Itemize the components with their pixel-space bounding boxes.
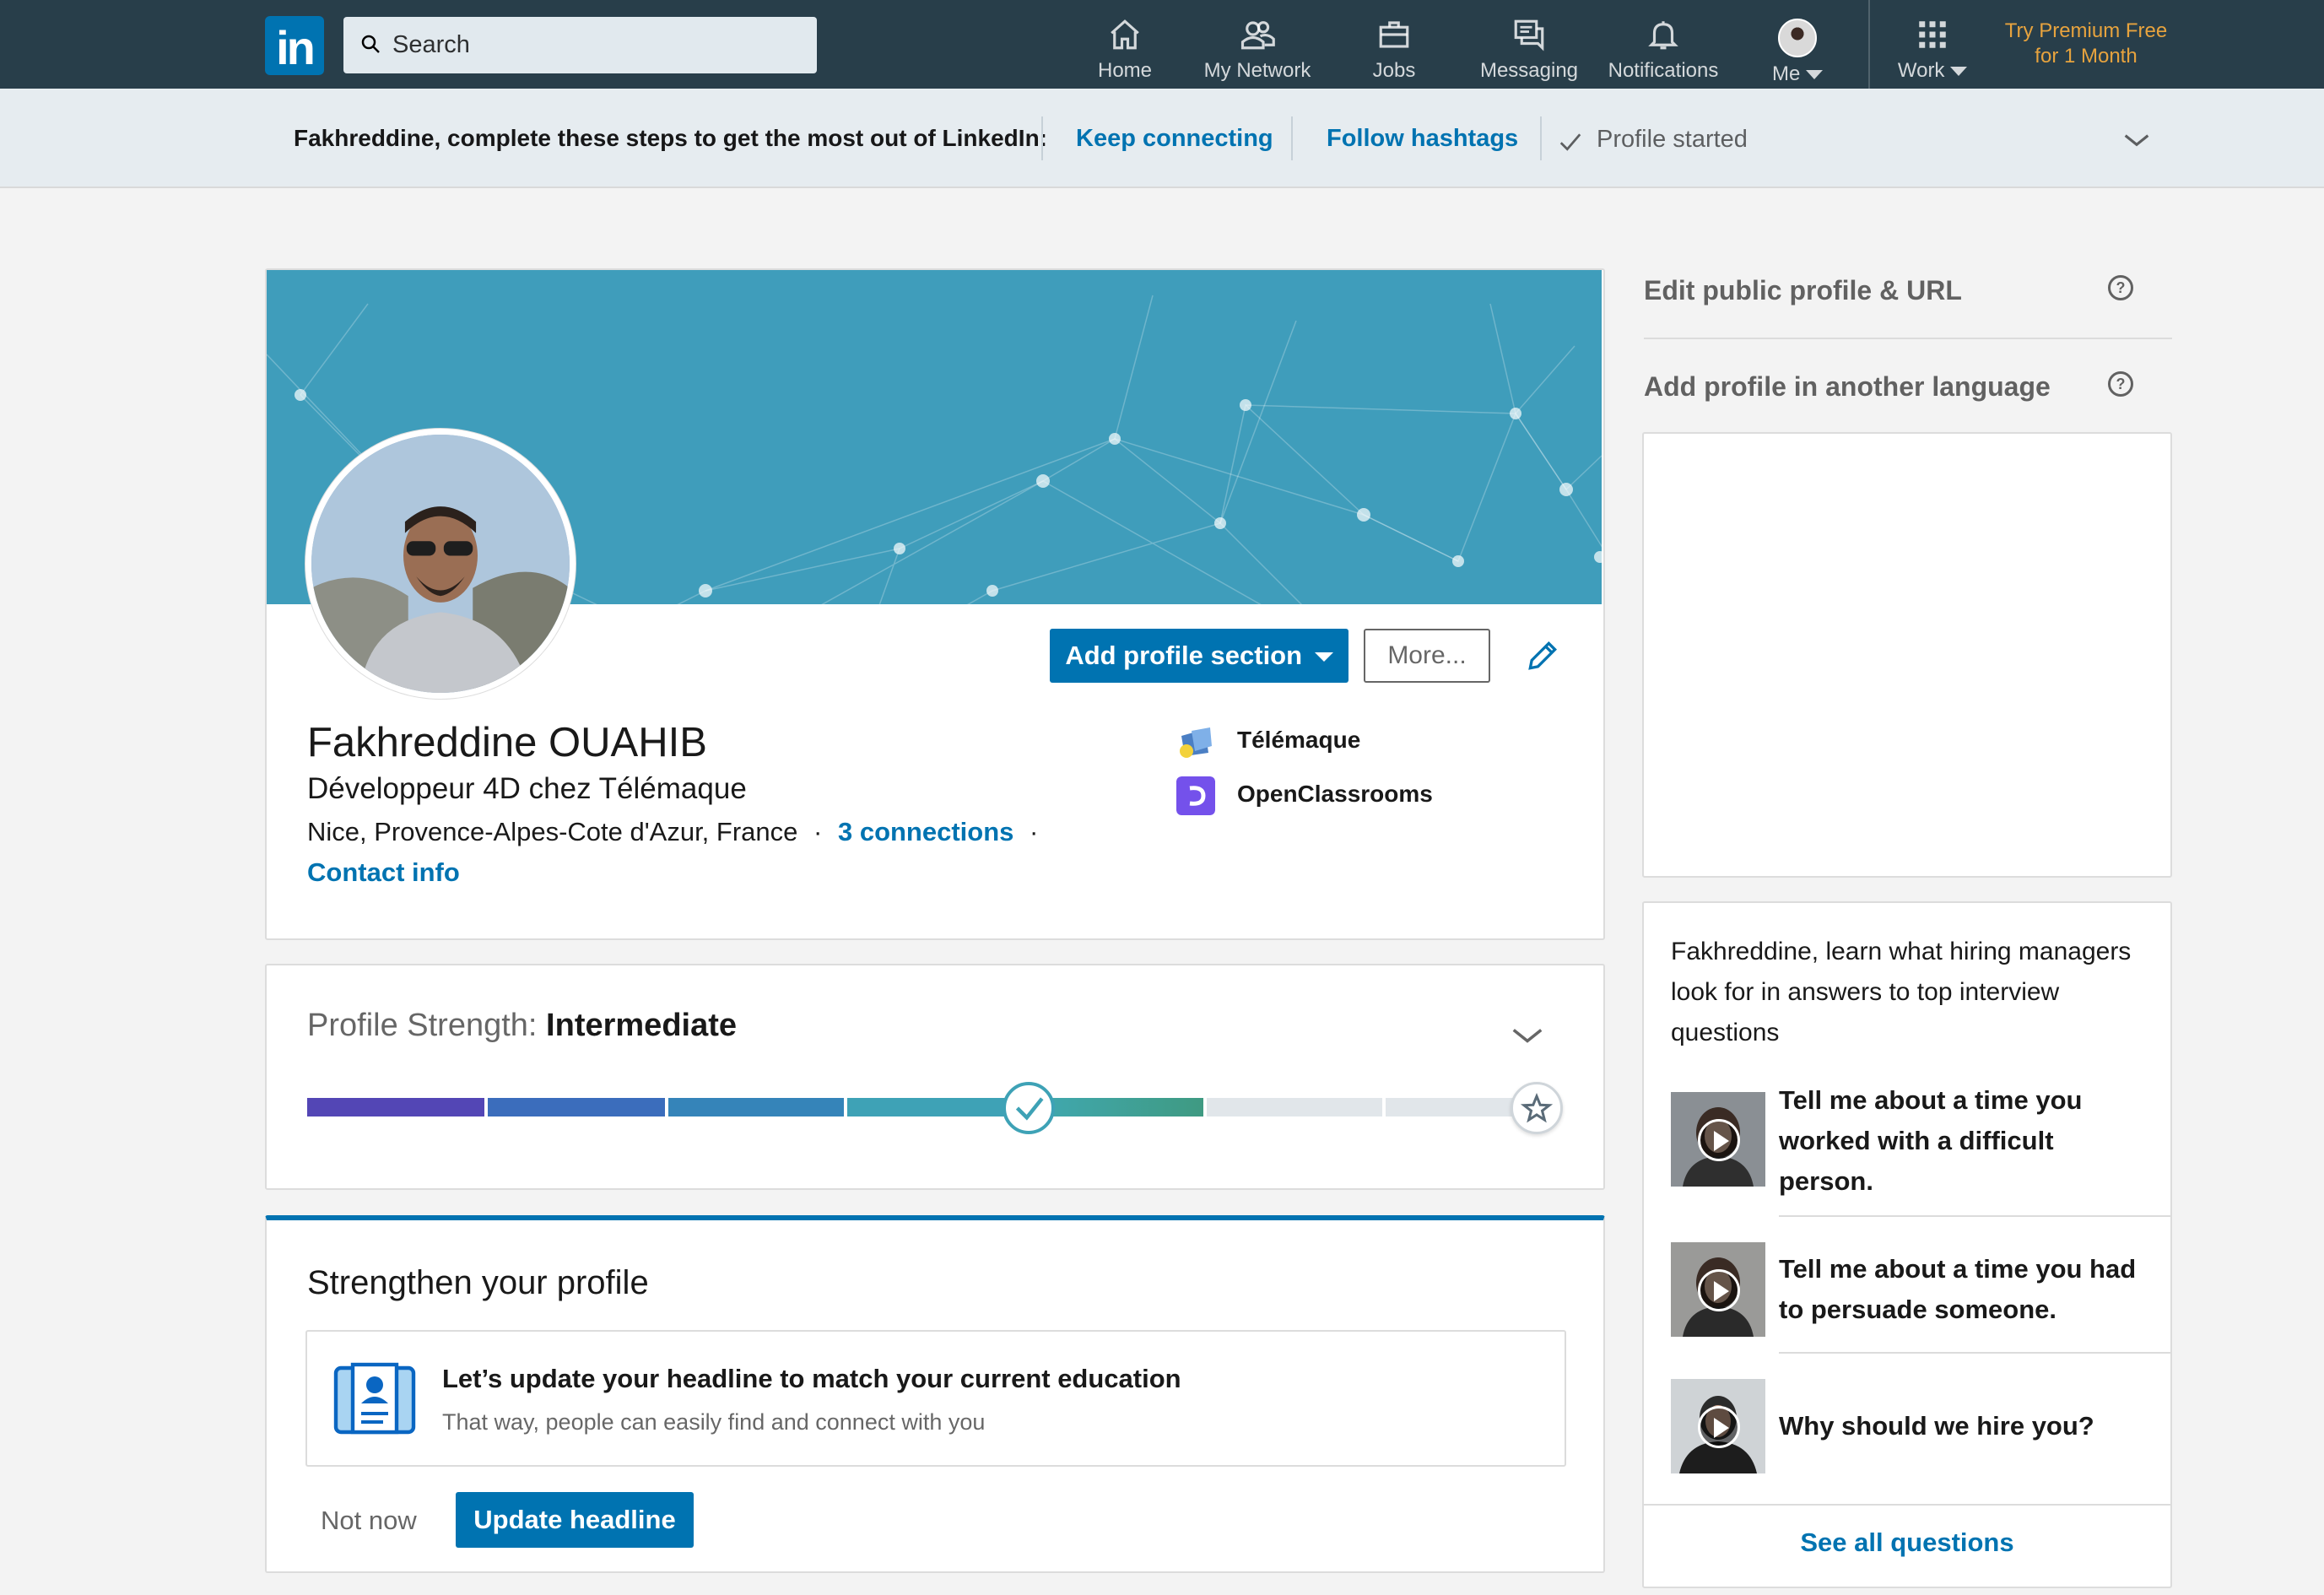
linkedin-logo[interactable]: in [265,16,324,75]
help-icon[interactable]: ? [2108,275,2133,300]
strength-meter-segment [847,1098,1023,1116]
nav-work[interactable]: Work [1890,12,1975,84]
nav-home-label: Home [1097,59,1153,82]
nav-work-label: Work [1897,59,1945,82]
profile-headline: Développeur 4D chez Télémaque [307,772,747,805]
suggestion-title: Let’s update your headline to match your… [442,1364,1181,1393]
profile-top-card: Add profile section More... Fakhreddine … [265,268,1605,940]
strengthen-profile-card: Strengthen your profile Let’s update you… [265,1215,1605,1573]
question-divider [1779,1352,2172,1354]
banner-message: Fakhreddine, complete these steps to get… [294,125,1047,151]
avatar [1778,19,1817,57]
strength-meter-segment [668,1098,844,1116]
nav-notifications[interactable]: Notifications [1603,12,1723,84]
checkmark-icon [1559,133,1581,151]
strength-meter-segment [488,1098,665,1116]
nav-notifications-label: Notifications [1608,59,1719,82]
strength-level-check-icon [1003,1082,1055,1134]
try-premium-link[interactable]: Try Premium Free for 1 Month [1993,19,2179,69]
nav-me[interactable]: Me [1764,12,1831,85]
nav-messaging-label: Messaging [1479,59,1579,82]
ad-slot [1642,432,2172,878]
play-icon [1698,1119,1740,1161]
profile-location: Nice, Provence-Alpes-Cote d'Azur, France [307,817,798,846]
profile-name: Fakhreddine OUAHIB [307,720,707,765]
see-all-questions-link[interactable]: See all questions [1644,1527,2170,1558]
org-openclassrooms[interactable]: OpenClassrooms [1237,781,1433,808]
search-input[interactable] [392,17,806,73]
not-now-button[interactable]: Not now [321,1506,417,1536]
strengthen-title: Strengthen your profile [307,1264,649,1301]
home-icon [1111,19,1139,50]
edit-pencil-icon[interactable] [1524,637,1561,674]
nav-my-network[interactable]: My Network [1198,12,1316,84]
banner-divider [1291,116,1293,160]
nav-divider [1868,0,1870,89]
search-icon [361,35,380,53]
grid-icon [1919,21,1946,48]
strength-meter-segment [307,1098,484,1116]
play-icon [1698,1269,1740,1311]
interview-question[interactable]: Tell me about a time you worked with a d… [1779,1080,2150,1202]
help-icon[interactable]: ? [2108,371,2133,397]
interview-question[interactable]: Tell me about a time you had to persuade… [1779,1249,2150,1330]
connections-link[interactable]: 3 connections [838,817,1013,846]
premium-line-2: for 1 Month [2035,45,2138,68]
nav-jobs[interactable]: Jobs [1360,12,1428,84]
add-profile-section-button[interactable]: Add profile section [1050,629,1348,683]
chevron-down-icon[interactable] [2123,129,2150,151]
chevron-down-icon [1806,70,1823,80]
question-divider [1779,1215,2172,1217]
banner-divider [1041,116,1043,160]
nav-me-label: Me [1771,62,1801,85]
nav-my-network-label: My Network [1203,59,1311,82]
interview-intro: Fakhreddine, learn what hiring managers … [1671,938,2132,1046]
nav-messaging[interactable]: Messaging [1478,12,1580,84]
card-divider [1644,1504,2170,1506]
openclassrooms-logo [1176,776,1215,815]
search-box[interactable] [343,17,817,73]
strength-meter-segment [1207,1098,1382,1116]
top-nav: in Home My Network Jobs Messaging Notifi… [0,0,2324,89]
chevron-down-icon[interactable] [1511,1025,1544,1046]
play-icon [1698,1406,1740,1448]
profile-strength-level: Intermediate [546,1008,738,1043]
more-button[interactable]: More... [1364,629,1490,683]
add-profile-language-link[interactable]: Add profile in another language [1644,371,2051,403]
update-headline-button[interactable]: Update headline [456,1492,694,1548]
edit-public-profile-link[interactable]: Edit public profile & URL [1644,275,1962,306]
follow-hashtags-link[interactable]: Follow hashtags [1327,125,1518,153]
telemaque-logo [1176,722,1215,761]
messaging-icon [1514,19,1544,51]
headline-suggestion-box: Let’s update your headline to match your… [305,1330,1566,1467]
banner-divider [1540,116,1542,160]
profile-started-step: Profile started [1597,126,1748,153]
nav-home[interactable]: Home [1090,12,1159,84]
org-telemaque[interactable]: Télémaque [1237,727,1360,754]
video-thumbnail[interactable] [1671,1242,1765,1337]
briefcase-icon [1379,21,1409,48]
onboarding-banner: Fakhreddine, complete these steps to get… [0,89,2324,188]
caret-down-icon [1314,652,1333,662]
premium-line-1: Try Premium Free [2004,19,2168,42]
keep-connecting-link[interactable]: Keep connecting [1076,125,1273,153]
star-icon [1511,1082,1563,1134]
interview-questions-card: Fakhreddine, learn what hiring managers … [1642,901,2172,1588]
add-profile-section-label: Add profile section [1065,641,1303,670]
sidebar-divider [1644,338,2172,339]
profile-photo[interactable] [305,429,576,699]
bell-icon [1648,21,1678,50]
interview-question[interactable]: Why should we hire you? [1779,1406,2150,1446]
id-card-icon [333,1362,416,1435]
profile-strength-label: Profile Strength: Intermediate [307,1008,738,1043]
contact-info-link[interactable]: Contact info [307,857,460,888]
video-thumbnail[interactable] [1671,1092,1765,1187]
profile-strength-card: Profile Strength: Intermediate [265,964,1605,1190]
video-thumbnail[interactable] [1671,1379,1765,1473]
suggestion-body: That way, people can easily find and con… [442,1409,986,1435]
profile-location-line: Nice, Provence-Alpes-Cote d'Azur, France… [307,817,1039,846]
network-icon [1240,21,1275,50]
nav-jobs-label: Jobs [1372,59,1416,82]
chevron-down-icon [1950,67,1968,77]
